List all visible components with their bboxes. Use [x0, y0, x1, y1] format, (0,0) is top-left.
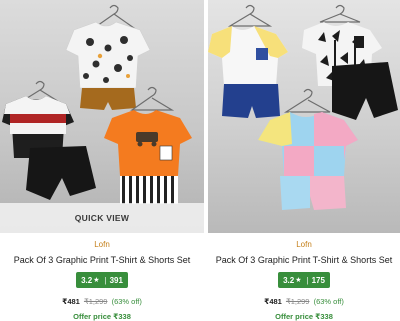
mrp-price: ₹1,299	[285, 297, 310, 306]
quick-view-button[interactable]: QUICK VIEW	[0, 203, 204, 233]
product-card[interactable]: QUICK VIEW Lofn Pack Of 3 Graphic Print …	[0, 0, 204, 321]
rating-badge: 3.2 ★ | 175	[278, 272, 330, 288]
product-photo	[2, 4, 192, 204]
product-image[interactable]	[208, 0, 400, 233]
star-icon: ★	[295, 277, 302, 284]
discount-text: (63% off)	[313, 297, 344, 306]
price-row: ₹481 ₹1,299 (63% off)	[0, 297, 204, 307]
offer-price: Offer price ₹338	[73, 312, 131, 321]
product-image[interactable]: QUICK VIEW	[0, 0, 204, 233]
offer-price: Offer price ₹338	[275, 312, 333, 321]
rating-separator: |	[104, 275, 107, 285]
rating-count: 175	[311, 275, 325, 285]
rating-value: 3.2	[283, 275, 295, 285]
rating-badge: 3.2 ★ | 391	[76, 272, 128, 288]
product-info: Lofn Pack Of 3 Graphic Print T-Shirt & S…	[208, 233, 400, 321]
product-card[interactable]: Lofn Pack Of 3 Graphic Print T-Shirt & S…	[208, 0, 400, 321]
product-title[interactable]: Pack Of 3 Graphic Print T-Shirt & Shorts…	[208, 254, 400, 267]
product-title[interactable]: Pack Of 3 Graphic Print T-Shirt & Shorts…	[0, 254, 204, 267]
mrp-price: ₹1,299	[83, 297, 108, 306]
product-photo	[208, 4, 398, 210]
product-info: Lofn Pack Of 3 Graphic Print T-Shirt & S…	[0, 233, 204, 321]
selling-price: ₹481	[62, 297, 80, 306]
discount-text: (63% off)	[111, 297, 142, 306]
price-row: ₹481 ₹1,299 (63% off)	[208, 297, 400, 307]
rating-count: 391	[109, 275, 123, 285]
product-brand: Lofn	[296, 240, 312, 249]
rating-separator: |	[306, 275, 309, 285]
product-brand: Lofn	[94, 240, 110, 249]
selling-price: ₹481	[264, 297, 282, 306]
rating-value: 3.2	[81, 275, 93, 285]
product-grid: QUICK VIEW Lofn Pack Of 3 Graphic Print …	[0, 0, 400, 321]
star-icon: ★	[93, 277, 100, 284]
